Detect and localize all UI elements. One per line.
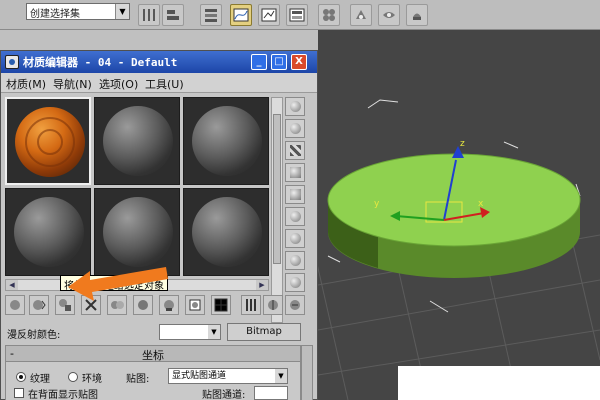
- show-map-on-back-checkbox[interactable]: [14, 388, 24, 398]
- material-map-navigator-icon[interactable]: [285, 273, 305, 292]
- main-toolbar: 创建选择集 ▼: [0, 0, 600, 30]
- material-sphere: [192, 106, 262, 176]
- render-setup-icon[interactable]: [350, 4, 372, 26]
- sample-slots: [5, 97, 269, 277]
- rollout-title: 坐标: [142, 349, 164, 362]
- minimize-button[interactable]: _: [251, 54, 267, 70]
- uv-tiling-icon[interactable]: [285, 163, 305, 182]
- show-end-result-icon[interactable]: [241, 295, 261, 315]
- show-map-on-back-label: 在背面显示贴图: [28, 390, 98, 400]
- select-by-material-icon[interactable]: [285, 251, 305, 270]
- quick-render-icon[interactable]: [406, 4, 428, 26]
- menu-bar: 材质(M) 导航(N) 选项(O) 工具(U): [1, 73, 317, 93]
- coordinates-rollout: - 坐标 纹理 环境 贴图: 显式贴图通道 ▼ 在背面显示贴图 贴图通道:: [5, 345, 301, 400]
- diffuse-label: 漫反射颜色:: [7, 330, 61, 341]
- sample-type-icon[interactable]: [285, 97, 305, 116]
- render-frame-icon[interactable]: [378, 4, 400, 26]
- video-color-check-icon[interactable]: [285, 185, 305, 204]
- side-toolbar: [285, 97, 307, 317]
- sample-slot-1[interactable]: [5, 97, 91, 185]
- material-name-dropdown[interactable]: ▼: [159, 324, 221, 340]
- put-to-scene-icon[interactable]: [29, 295, 49, 315]
- go-to-parent-icon[interactable]: [263, 295, 283, 315]
- gizmo-x-label: x: [478, 199, 484, 209]
- mapping-value: 显式贴图通道: [172, 371, 227, 381]
- scroll-thumb[interactable]: [273, 114, 281, 264]
- blank-area: [398, 366, 600, 400]
- scroll-right-icon[interactable]: ▶: [256, 280, 268, 290]
- menu-material[interactable]: 材质(M): [6, 76, 46, 92]
- go-forward-sibling-icon[interactable]: [285, 295, 305, 315]
- chevron-down-icon[interactable]: ▼: [208, 325, 220, 339]
- curve-editor-icon[interactable]: [230, 4, 252, 26]
- layer-manager-icon[interactable]: [200, 4, 222, 26]
- window-title: 材质编辑器 - 04 - Default: [23, 56, 178, 69]
- selection-set-dropdown[interactable]: 创建选择集 ▼: [26, 3, 130, 20]
- gizmo-z-label: z: [460, 139, 465, 149]
- material-editor-icon[interactable]: [286, 4, 308, 26]
- menu-tools[interactable]: 工具(U): [145, 76, 184, 92]
- viewport-scene: y x z: [318, 99, 600, 400]
- menu-navigation[interactable]: 导航(N): [53, 76, 92, 92]
- show-map-in-viewport-icon[interactable]: [211, 295, 231, 315]
- mapping-dropdown[interactable]: 显式贴图通道 ▼: [168, 368, 288, 384]
- map-label: 贴图:: [126, 374, 150, 385]
- rollout-header[interactable]: - 坐标: [6, 346, 300, 362]
- diffuse-row: 漫反射颜色: ▼ Bitmap: [5, 323, 315, 341]
- schematic-view-icon[interactable]: [258, 4, 280, 26]
- bitmap-button[interactable]: Bitmap: [227, 323, 301, 341]
- material-editor-app-icon: [5, 55, 19, 69]
- app-window: 创建选择集 ▼ y x z 材质编辑器 - 04 - Default _ □ X…: [0, 0, 600, 400]
- close-button[interactable]: X: [291, 54, 307, 70]
- material-sphere-wood: [15, 107, 85, 177]
- maximize-button[interactable]: □: [271, 54, 287, 70]
- map-channel-label: 贴图通道:: [202, 390, 246, 400]
- material-editor-window: 材质编辑器 - 04 - Default _ □ X 材质(M) 导航(N) 选…: [0, 50, 318, 400]
- chevron-down-icon[interactable]: ▼: [115, 4, 129, 19]
- backlight-icon[interactable]: [285, 119, 305, 138]
- sample-slot-2[interactable]: [94, 97, 180, 185]
- material-sphere: [103, 106, 173, 176]
- material-id-icon[interactable]: [185, 295, 205, 315]
- material-sphere: [192, 197, 262, 267]
- title-bar[interactable]: 材质编辑器 - 04 - Default _ □ X: [1, 51, 317, 73]
- radio-environment[interactable]: [68, 372, 78, 382]
- perspective-viewport[interactable]: y x z: [318, 30, 600, 400]
- sample-slot-3[interactable]: [183, 97, 269, 185]
- slots-vertical-scrollbar[interactable]: [271, 97, 283, 323]
- scroll-left-icon[interactable]: ◀: [6, 280, 18, 290]
- map-channel-spinner[interactable]: [254, 386, 288, 400]
- panel-scrollbar[interactable]: [301, 345, 313, 400]
- align-icon[interactable]: [162, 4, 184, 26]
- make-preview-icon[interactable]: [285, 207, 305, 226]
- radio-texture-label: 纹理: [30, 374, 50, 385]
- options-icon[interactable]: [285, 229, 305, 248]
- radio-texture[interactable]: [16, 372, 26, 382]
- background-icon[interactable]: [285, 141, 305, 160]
- menu-options[interactable]: 选项(O): [99, 76, 138, 92]
- mirror-icon[interactable]: [138, 4, 160, 26]
- radio-environment-label: 环境: [82, 374, 102, 385]
- gizmo-y-label: y: [374, 199, 380, 209]
- annotation-arrow: [68, 267, 168, 301]
- sample-slot-6[interactable]: [183, 188, 269, 276]
- selection-set-value: 创建选择集: [30, 9, 80, 20]
- get-material-icon[interactable]: [5, 295, 25, 315]
- chevron-down-icon[interactable]: ▼: [275, 369, 287, 383]
- material-slots-icon[interactable]: [318, 4, 340, 26]
